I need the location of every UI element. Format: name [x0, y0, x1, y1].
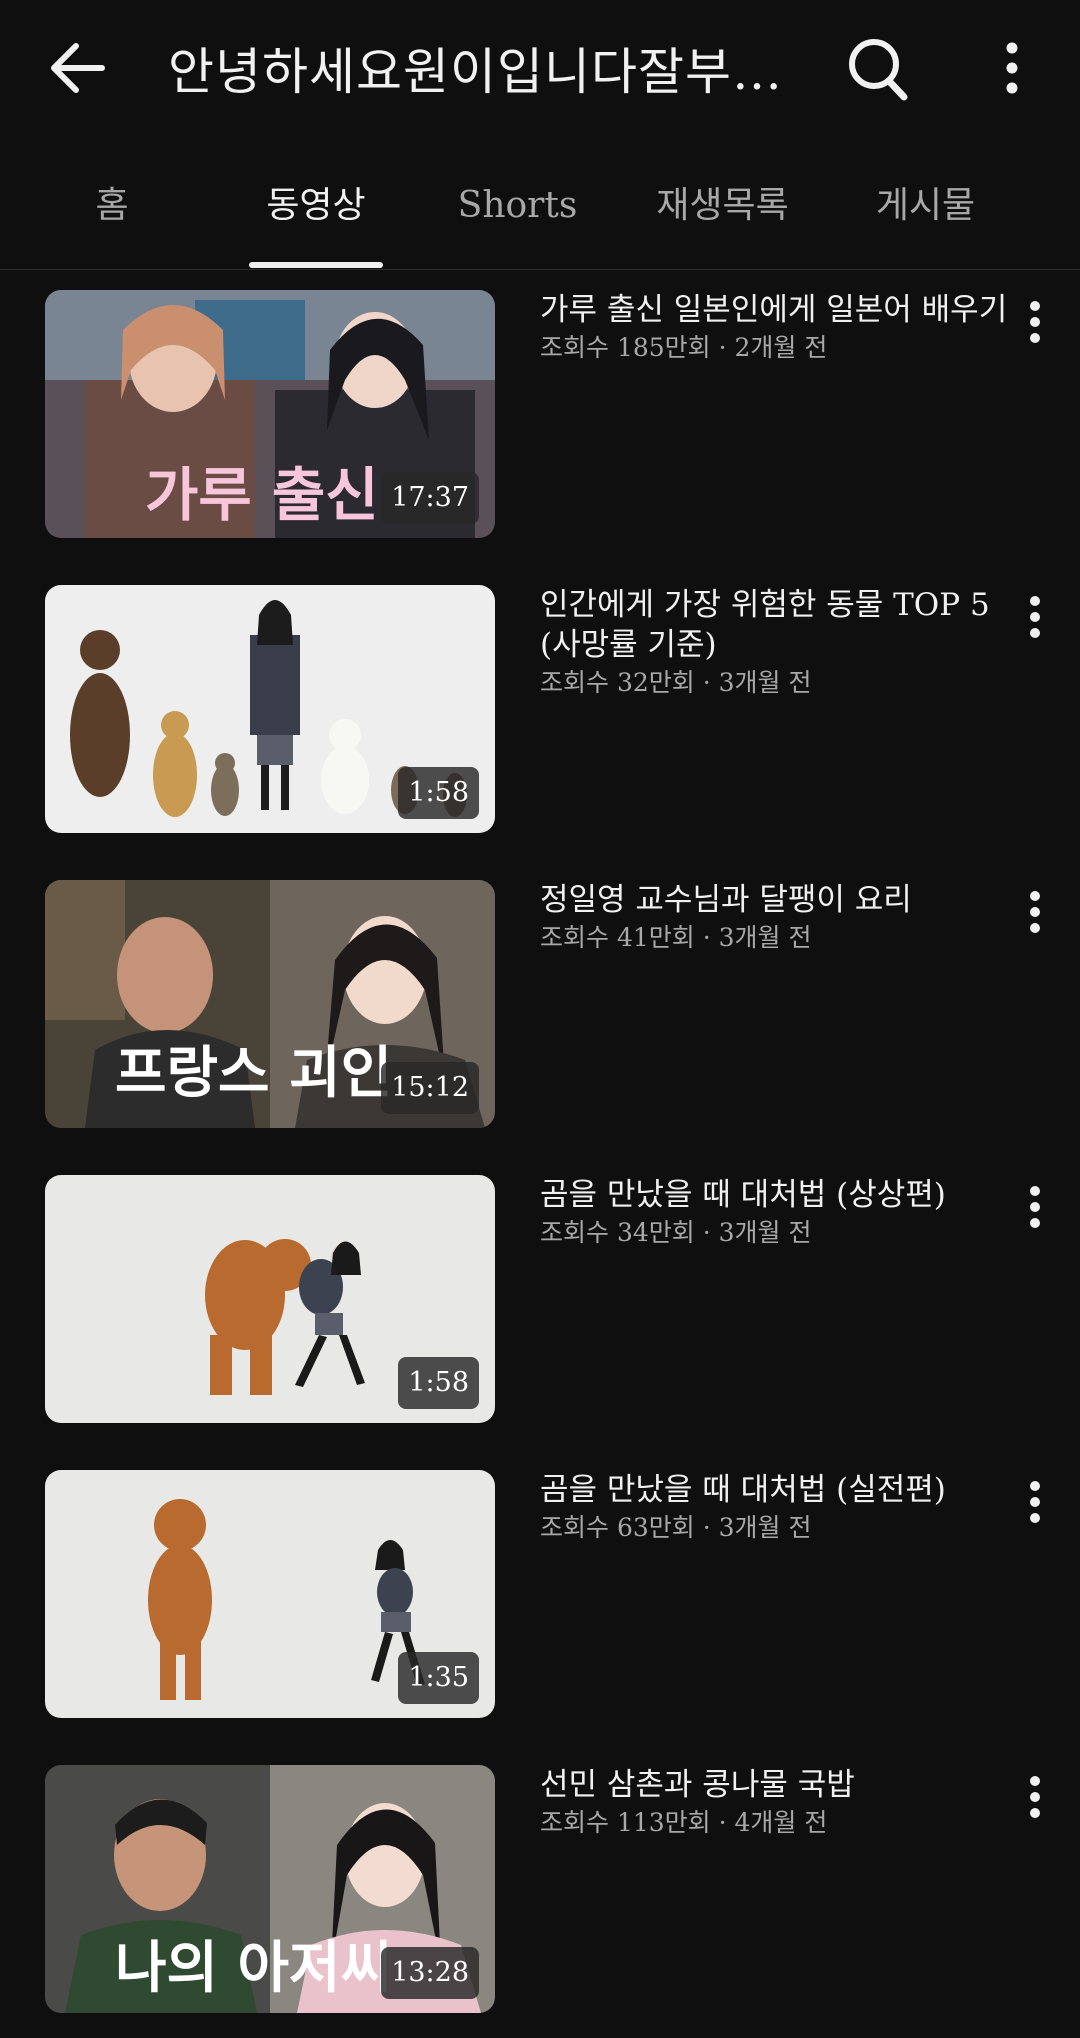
tab-posts[interactable]: 게시물: [858, 176, 993, 236]
video-info: 곰을 만났을 때 대처법 (실전편) 조회수 63만회 · 3개월 전: [540, 1470, 1010, 1546]
video-meta: 조회수 32만회 · 3개월 전: [540, 668, 812, 697]
video-title: 선민 삼촌과 콩나물 국밥: [540, 1767, 855, 1803]
video-thumbnail[interactable]: 1:35: [45, 1470, 495, 1718]
video-title: 곰을 만났을 때 대처법 (상상편): [540, 1177, 946, 1213]
video-info: 선민 삼촌과 콩나물 국밥 조회수 113만회 · 4개월 전: [540, 1765, 1010, 1841]
more-vertical-icon: [1030, 1481, 1040, 1523]
video-thumbnail[interactable]: 가루 출신 17:37: [45, 290, 495, 538]
tab-playlists[interactable]: 재생목록: [640, 176, 805, 236]
tabs-divider: [0, 269, 1080, 270]
video-duration: 1:58: [398, 1357, 479, 1409]
more-options-button[interactable]: [990, 34, 1034, 102]
video-thumbnail[interactable]: 나의 아저씨 13:28: [45, 1765, 495, 2013]
channel-tabs: 홈 동영상 Shorts 재생목록 게시물: [0, 150, 1080, 270]
video-info: 인간에게 가장 위험한 동물 TOP 5 (사망률 기준) 조회수 32만회 ·…: [540, 585, 1010, 701]
video-info: 정일영 교수님과 달팽이 요리 조회수 41만회 · 3개월 전: [540, 880, 1010, 956]
video-info: 곰을 만났을 때 대처법 (상상편) 조회수 34만회 · 3개월 전: [540, 1175, 1010, 1251]
video-meta: 조회수 185만회 · 2개월 전: [540, 333, 828, 362]
video-thumbnail[interactable]: 1:58: [45, 1175, 495, 1423]
video-meta: 조회수 63만회 · 3개월 전: [540, 1513, 812, 1542]
tab-shorts[interactable]: Shorts: [440, 176, 595, 236]
more-vertical-icon: [1030, 596, 1040, 638]
video-info: 가루 출신 일본인에게 일본어 배우기 조회수 185만회 · 2개월 전: [540, 290, 1010, 366]
video-item[interactable]: 1:35 곰을 만났을 때 대처법 (실전편) 조회수 63만회 · 3개월 전: [0, 1470, 1080, 1720]
thumbnail-caption: 나의 아저씨: [115, 1935, 392, 2001]
video-meta: 조회수 41만회 · 3개월 전: [540, 923, 812, 952]
video-more-button[interactable]: [1018, 591, 1052, 643]
video-more-button[interactable]: [1018, 886, 1052, 938]
search-icon: [849, 39, 908, 101]
app-screen: 안녕하세요원이입니다잘부탁드립니다 홈 동영상 Shorts 재생목록 게시물: [0, 0, 1080, 2038]
video-title: 가루 출신 일본인에게 일본어 배우기: [540, 292, 1008, 328]
video-more-button[interactable]: [1018, 1181, 1052, 1233]
more-vertical-icon: [1006, 42, 1018, 94]
video-item[interactable]: 프랑스 괴인 15:12 정일영 교수님과 달팽이 요리 조회수 41만회 · …: [0, 880, 1080, 1130]
video-thumbnail[interactable]: 1:58: [45, 585, 495, 833]
video-title: 정일영 교수님과 달팽이 요리: [540, 882, 912, 918]
back-button[interactable]: [46, 36, 110, 100]
video-more-button[interactable]: [1018, 296, 1052, 348]
more-vertical-icon: [1030, 891, 1040, 933]
video-meta: 조회수 34만회 · 3개월 전: [540, 1218, 812, 1247]
more-vertical-icon: [1030, 1776, 1040, 1818]
tab-videos[interactable]: 동영상: [236, 176, 396, 236]
video-duration: 1:58: [398, 767, 479, 819]
video-title: 인간에게 가장 위험한 동물 TOP 5 (사망률 기준): [540, 587, 990, 663]
video-title: 곰을 만났을 때 대처법 (실전편): [540, 1472, 946, 1508]
video-duration: 17:37: [381, 472, 479, 524]
active-tab-indicator: [249, 262, 383, 268]
video-more-button[interactable]: [1018, 1476, 1052, 1528]
video-item[interactable]: 1:58 인간에게 가장 위험한 동물 TOP 5 (사망률 기준) 조회수 3…: [0, 585, 1080, 835]
video-meta: 조회수 113만회 · 4개월 전: [540, 1808, 828, 1837]
more-vertical-icon: [1030, 301, 1040, 343]
thumbnail-caption: 가루 출신: [145, 461, 379, 529]
video-item[interactable]: 가루 출신 17:37 가루 출신 일본인에게 일본어 배우기 조회수 185만…: [0, 290, 1080, 540]
tab-home[interactable]: 홈: [62, 176, 162, 236]
top-app-bar: 안녕하세요원이입니다잘부탁드립니다: [0, 0, 1080, 140]
arrow-left-icon: [51, 43, 105, 93]
video-duration: 15:12: [381, 1062, 479, 1114]
video-item[interactable]: 나의 아저씨 13:28 선민 삼촌과 콩나물 국밥 조회수 113만회 · 4…: [0, 1765, 1080, 2015]
video-thumbnail[interactable]: 프랑스 괴인 15:12: [45, 880, 495, 1128]
search-button[interactable]: [846, 34, 910, 102]
video-more-button[interactable]: [1018, 1771, 1052, 1823]
channel-title: 안녕하세요원이입니다잘부탁드립니다: [168, 43, 808, 101]
thumbnail-caption: 프랑스 괴인: [115, 1040, 392, 1106]
video-item[interactable]: 1:58 곰을 만났을 때 대처법 (상상편) 조회수 34만회 · 3개월 전: [0, 1175, 1080, 1425]
more-vertical-icon: [1030, 1186, 1040, 1228]
video-duration: 13:28: [381, 1947, 479, 1999]
video-duration: 1:35: [398, 1652, 479, 1704]
